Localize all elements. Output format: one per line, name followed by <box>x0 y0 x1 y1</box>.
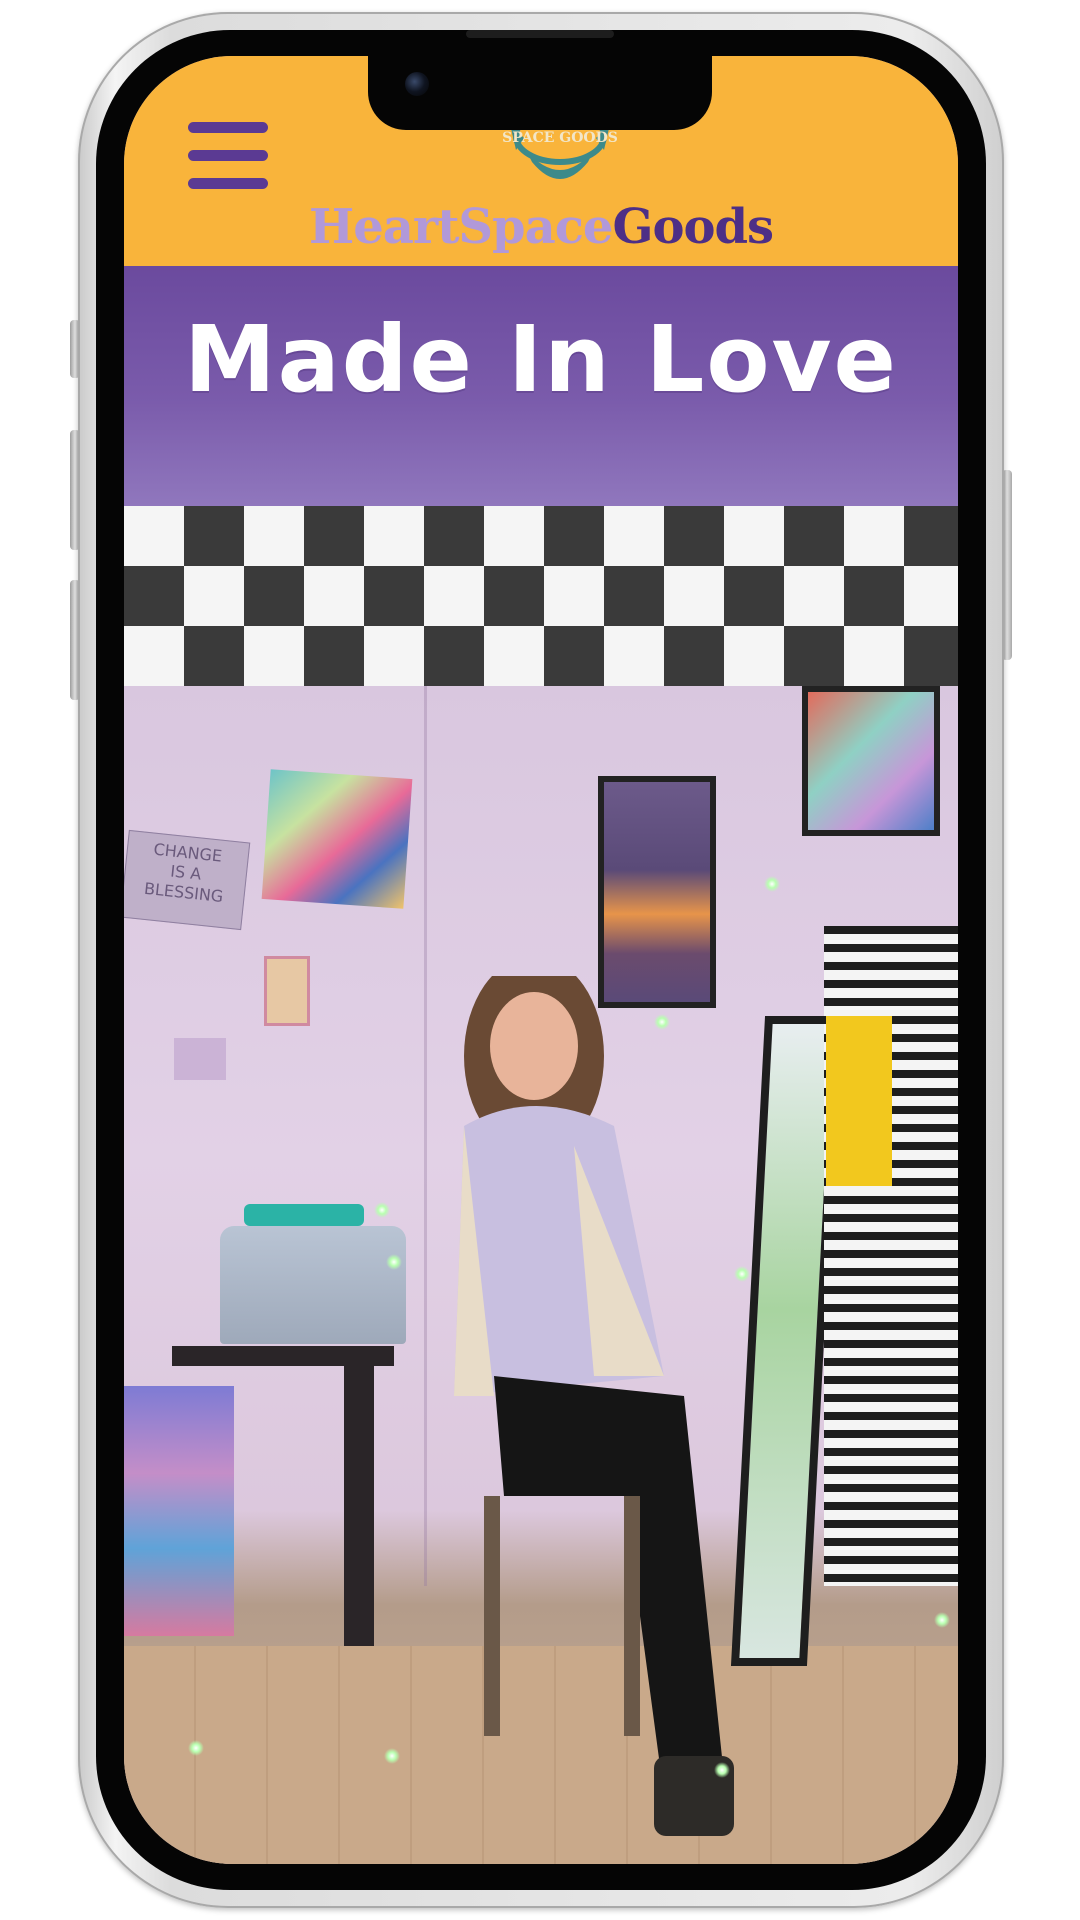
sparkle-decoration <box>714 1762 730 1778</box>
hamburger-menu-icon <box>188 122 268 133</box>
sparkle-decoration <box>384 1748 400 1764</box>
phone-screen: SPACE GOODS HeartSpaceGoods Made In Love… <box>124 56 958 1864</box>
wall-painting-abstract <box>261 769 413 909</box>
framed-concert-poster <box>598 776 716 1008</box>
small-heart-card <box>174 1038 226 1080</box>
desk-leg <box>344 1366 374 1666</box>
printer-cover <box>244 1204 364 1226</box>
sparkle-decoration <box>386 1254 402 1270</box>
sparkle-decoration <box>374 1202 390 1218</box>
sparkle-decoration <box>188 1740 204 1756</box>
seated-person <box>454 976 734 1836</box>
framed-art-print <box>802 686 940 836</box>
device-mockup: SPACE GOODS HeartSpaceGoods Made In Love… <box>0 0 1080 1920</box>
hero-photo: CHANGE IS A BLESSING <box>124 686 958 1864</box>
brand-logo[interactable]: HeartSpaceGoods <box>124 198 958 256</box>
hero-title-band: Made In Love <box>124 266 958 506</box>
wall-sign-change-is-a-blessing: CHANGE IS A BLESSING <box>124 829 251 931</box>
sparkle-decoration <box>764 876 780 892</box>
phone-speaker <box>466 30 614 38</box>
printer <box>220 1226 406 1344</box>
checkerboard-divider <box>124 506 958 686</box>
hamburger-menu-button[interactable] <box>188 122 268 190</box>
leaning-canvas-painting <box>124 1386 234 1636</box>
small-framed-picture <box>264 956 310 1026</box>
brand-logo-goods: Goods <box>612 199 774 255</box>
menu-bar-middle <box>188 150 268 161</box>
menu-bar-bottom <box>188 178 268 189</box>
emblem-text: SPACE GOODS <box>502 130 618 146</box>
sparkle-decoration <box>734 1266 750 1282</box>
yellow-shirt <box>826 1016 892 1186</box>
brand-logo-space: Space <box>458 199 613 255</box>
sparkle-decoration <box>654 1014 670 1030</box>
front-camera <box>405 72 429 96</box>
desk <box>172 1346 394 1366</box>
sparkle-decoration <box>934 1612 950 1628</box>
hero-title: Made In Love <box>184 306 898 413</box>
brand-logo-heart: Heart <box>308 199 459 255</box>
